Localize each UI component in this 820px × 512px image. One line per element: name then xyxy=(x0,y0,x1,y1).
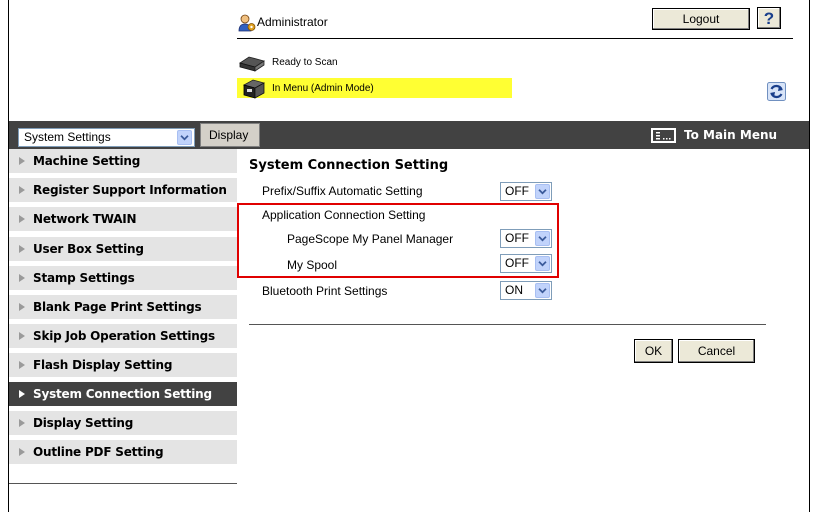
sidebar-item-label: User Box Setting xyxy=(33,242,144,256)
bluetooth-select[interactable]: ON xyxy=(500,281,552,300)
sidebar-item-label: Register Support Information xyxy=(33,183,227,197)
display-button[interactable]: Display xyxy=(200,123,260,147)
page-title: System Connection Setting xyxy=(249,158,449,173)
my-spool-value: OFF xyxy=(505,256,529,270)
my-spool-label: My Spool xyxy=(287,258,338,272)
sidebar-item-stamp-settings[interactable]: Stamp Settings xyxy=(9,266,237,292)
sidebar-item-register-support-information[interactable]: Register Support Information xyxy=(9,178,237,204)
sidebar-item-label: Stamp Settings xyxy=(33,271,135,285)
prefix-suffix-label: Prefix/Suffix Automatic Setting xyxy=(262,184,423,198)
prefix-suffix-select[interactable]: OFF xyxy=(500,182,552,201)
sidebar-item-system-connection-setting[interactable]: System Connection Setting xyxy=(9,382,237,408)
prefix-suffix-value: OFF xyxy=(505,184,529,198)
bluetooth-value: ON xyxy=(505,283,523,297)
chevron-down-icon[interactable] xyxy=(535,231,550,246)
chevron-down-icon[interactable] xyxy=(535,256,550,271)
ok-button[interactable]: OK xyxy=(634,339,673,363)
logout-button[interactable]: Logout xyxy=(652,8,750,30)
scanner-icon xyxy=(239,56,265,72)
refresh-icon[interactable] xyxy=(767,82,786,101)
sidebar-item-outline-pdf-setting[interactable]: Outline PDF Setting xyxy=(9,440,237,466)
sidebar-item-flash-display-setting[interactable]: Flash Display Setting xyxy=(9,353,237,379)
administrator-icon xyxy=(238,14,256,32)
sidebar-item-label: Blank Page Print Settings xyxy=(33,300,202,314)
help-button[interactable]: ? xyxy=(757,7,781,29)
pagescope-label: PageScope My Panel Manager xyxy=(287,232,454,246)
to-main-menu-link[interactable]: To Main Menu xyxy=(684,128,777,142)
arrow-right-icon xyxy=(19,303,25,311)
sidebar-item-user-box-setting[interactable]: User Box Setting xyxy=(9,237,237,263)
sidebar-item-machine-setting[interactable]: Machine Setting xyxy=(9,149,237,175)
sidebar-item-skip-job-operation-settings[interactable]: Skip Job Operation Settings xyxy=(9,324,237,350)
arrow-right-icon xyxy=(19,361,25,369)
app-connection-label: Application Connection Setting xyxy=(262,208,426,222)
arrow-right-icon xyxy=(19,186,25,194)
sidebar-item-display-setting[interactable]: Display Setting xyxy=(9,411,237,437)
cancel-button[interactable]: Cancel xyxy=(678,339,755,363)
arrow-right-icon xyxy=(19,390,25,398)
status-ready: Ready to Scan xyxy=(272,57,338,68)
header-divider xyxy=(237,38,793,39)
sidebar-item-label: Skip Job Operation Settings xyxy=(33,329,215,343)
bluetooth-label: Bluetooth Print Settings xyxy=(262,284,388,298)
arrow-right-icon xyxy=(19,215,25,223)
sidebar-item-label: Network TWAIN xyxy=(33,212,137,226)
arrow-right-icon xyxy=(19,274,25,282)
sidebar-item-label: Outline PDF Setting xyxy=(33,445,164,459)
my-spool-select[interactable]: OFF xyxy=(500,254,552,273)
arrow-right-icon xyxy=(19,419,25,427)
sidebar-divider xyxy=(9,483,237,484)
arrow-right-icon xyxy=(19,332,25,340)
status-mode: In Menu (Admin Mode) xyxy=(272,83,374,94)
settings-category-select[interactable]: System Settings xyxy=(18,128,195,147)
pagescope-select[interactable]: OFF xyxy=(500,229,552,248)
arrow-right-icon xyxy=(19,157,25,165)
content-divider xyxy=(249,324,766,325)
chevron-down-icon[interactable] xyxy=(177,130,192,145)
sidebar-item-label: System Connection Setting xyxy=(33,387,212,401)
chevron-down-icon[interactable] xyxy=(535,184,550,199)
user-name: Administrator xyxy=(257,15,328,29)
arrow-right-icon xyxy=(19,448,25,456)
sidebar-item-label: Flash Display Setting xyxy=(33,358,173,372)
settings-category-value: System Settings xyxy=(24,130,111,144)
arrow-right-icon xyxy=(19,245,25,253)
printer-icon xyxy=(242,79,266,99)
main-menu-icon[interactable] xyxy=(651,128,676,143)
pagescope-value: OFF xyxy=(505,231,529,245)
chevron-down-icon[interactable] xyxy=(535,283,550,298)
sidebar-item-label: Display Setting xyxy=(33,416,134,430)
sidebar-item-blank-page-print-settings[interactable]: Blank Page Print Settings xyxy=(9,295,237,321)
sidebar-item-label: Machine Setting xyxy=(33,154,141,168)
sidebar-item-network-twain[interactable]: Network TWAIN xyxy=(9,207,237,233)
